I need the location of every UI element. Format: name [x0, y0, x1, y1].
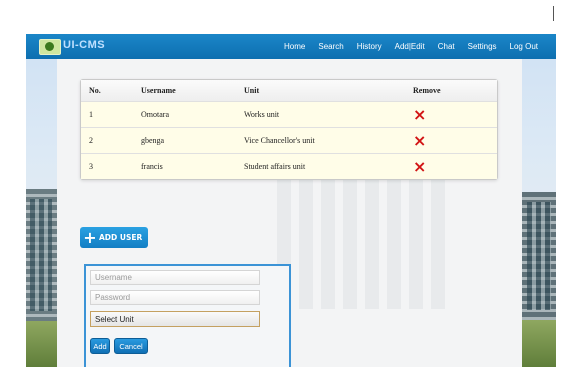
add-user-button[interactable]: + ADD USER	[80, 227, 148, 248]
col-header-no: No.	[89, 86, 101, 95]
navbar: UI-CMS Home Search History Add|Edit Chat…	[26, 34, 556, 59]
background-building-right	[522, 192, 556, 320]
table-row: 1 Omotara Works unit ×	[81, 101, 497, 127]
nav-history[interactable]: History	[357, 42, 382, 51]
cell-username: gbenga	[141, 136, 165, 145]
add-user-label: ADD USER	[99, 233, 143, 242]
username-input[interactable]	[90, 270, 260, 285]
cell-username: Omotara	[141, 110, 169, 119]
remove-icon[interactable]: ×	[413, 131, 426, 150]
background-lawn-right	[522, 320, 556, 367]
app-window: UI-CMS Home Search History Add|Edit Chat…	[26, 34, 556, 367]
window-top-strip	[0, 0, 571, 8]
cell-unit: Student affairs unit	[244, 162, 306, 171]
nav-search[interactable]: Search	[318, 42, 343, 51]
nav-menu: Home Search History Add|Edit Chat Settin…	[284, 34, 538, 59]
background-building-left	[26, 189, 57, 321]
col-header-unit: Unit	[244, 86, 260, 95]
nav-add-edit[interactable]: Add|Edit	[395, 42, 425, 51]
cell-no: 3	[89, 162, 93, 171]
remove-icon[interactable]: ×	[413, 105, 426, 124]
background-lawn-left	[26, 321, 57, 367]
cell-unit: Works unit	[244, 110, 280, 119]
users-table: No. Username Unit Remove 1 Omotara Works…	[80, 79, 498, 180]
cell-remove: ×	[405, 131, 497, 150]
remove-icon[interactable]: ×	[413, 157, 426, 176]
nav-chat[interactable]: Chat	[438, 42, 455, 51]
cancel-button[interactable]: Cancel	[114, 338, 148, 354]
cell-unit: Vice Chancellor's unit	[244, 136, 315, 145]
nav-home[interactable]: Home	[284, 42, 305, 51]
app-logo-text[interactable]: UI-CMS	[63, 39, 105, 51]
cell-no: 2	[89, 136, 93, 145]
col-header-remove: Remove	[413, 86, 441, 95]
window-edge-line	[553, 6, 554, 21]
col-header-username: Username	[141, 86, 176, 95]
password-input[interactable]	[90, 290, 260, 305]
cell-remove: ×	[405, 105, 497, 124]
cell-username: francis	[141, 162, 163, 171]
table-header-row: No. Username Unit Remove	[81, 80, 497, 101]
nav-log-out[interactable]: Log Out	[510, 42, 538, 51]
plus-icon: +	[83, 227, 97, 247]
unit-select[interactable]: Select Unit	[90, 311, 260, 327]
cell-remove: ×	[405, 157, 497, 176]
add-user-form: Select Unit Add Cancel	[84, 264, 291, 367]
logo-icon	[39, 39, 61, 55]
nav-settings[interactable]: Settings	[468, 42, 497, 51]
main-content: No. Username Unit Remove 1 Omotara Works…	[57, 59, 522, 367]
table-row: 3 francis Student affairs unit ×	[81, 153, 497, 179]
table-row: 2 gbenga Vice Chancellor's unit ×	[81, 127, 497, 153]
cell-no: 1	[89, 110, 93, 119]
add-button[interactable]: Add	[90, 338, 110, 354]
